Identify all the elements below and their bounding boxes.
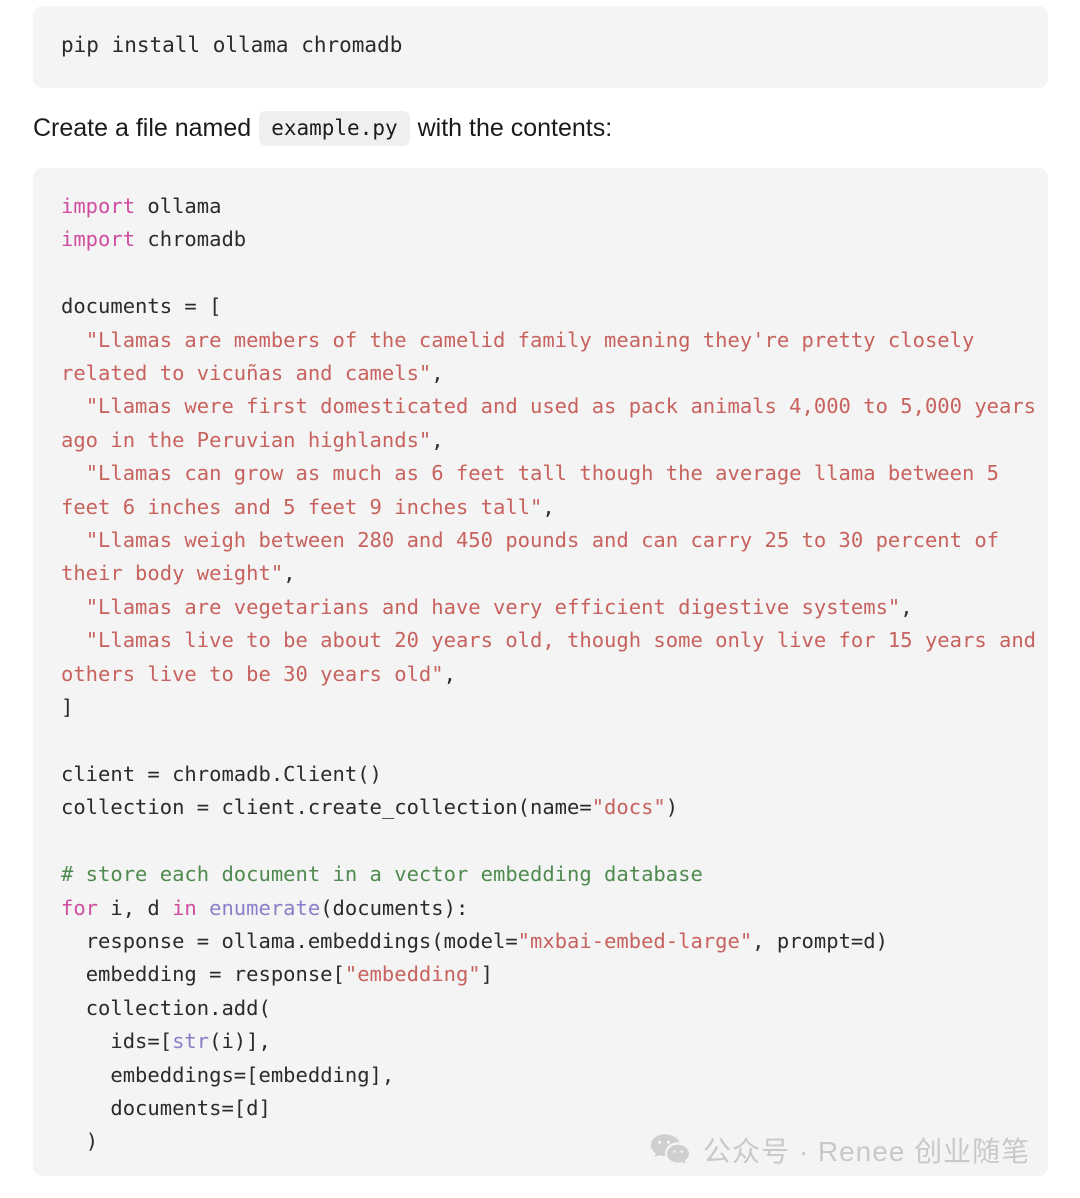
install-command-text: pip install ollama chromadb [61, 33, 403, 57]
python-code-text: import ollama import chromadb documents … [61, 194, 1049, 1154]
install-command-code-block: pip install ollama chromadb [33, 6, 1048, 88]
instruction-text-after: with the contents: [417, 114, 613, 142]
inline-code-filename: example.py [259, 110, 410, 146]
document-page: pip install ollama chromadb Create a fil… [0, 0, 1080, 1198]
python-example-code-block: import ollama import chromadb documents … [33, 168, 1048, 1176]
instruction-sentence: Create a file named example.py with the … [33, 110, 612, 146]
instruction-text-before: Create a file named [33, 114, 252, 142]
